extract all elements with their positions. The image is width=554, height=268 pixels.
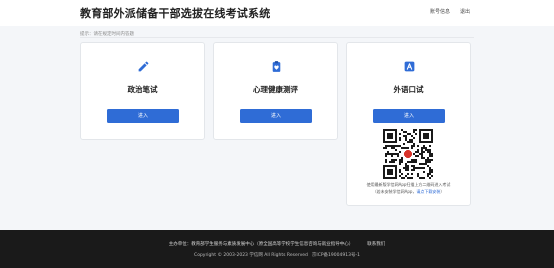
letter-a-icon xyxy=(401,58,417,74)
qr-code-icon xyxy=(383,129,433,179)
footer-icp: 京ICP备19004913号-1 xyxy=(311,253,360,258)
enter-button[interactable]: 进入 xyxy=(107,109,179,123)
notice-divider xyxy=(80,37,474,38)
exam-card-oral-language: 外语口试 进入 使用最新版学信网App扫描上方二维码进入考试 （若未安装学信网A… xyxy=(346,42,471,206)
footer-organizer-line: 主办单位：教育部学生服务与素质发展中心（原全国高等学校学生信息咨询与就业指导中心… xyxy=(0,241,554,247)
site-title: 教育部外派储备干部选拔在线考试系统 xyxy=(80,7,271,20)
download-install-link[interactable]: 请点下载安装 xyxy=(416,189,440,194)
footer-copyright-line: Copyright © 2003-2023 学信网 All Rights Res… xyxy=(0,252,554,258)
qr-download-note: （若未安装学信网App，请点下载安装） xyxy=(347,189,470,195)
clipboard-heart-icon xyxy=(268,58,284,74)
card-title: 心理健康测评 xyxy=(253,85,298,94)
footer-copyright: Copyright © 2003-2023 学信网 All Rights Res… xyxy=(194,253,308,258)
page-footer: 主办单位：教育部学生服务与素质发展中心（原全国高等学校学生信息咨询与就业指导中心… xyxy=(0,230,554,268)
logout-link[interactable]: 退出 xyxy=(460,8,470,15)
enter-button[interactable]: 进入 xyxy=(373,109,445,123)
top-header: 教育部外派储备干部选拔在线考试系统 账号信息 退出 xyxy=(0,0,554,26)
pencil-icon xyxy=(135,58,151,74)
exam-card-politics: 政治笔试 进入 xyxy=(80,42,205,140)
card-title: 政治笔试 xyxy=(127,85,158,94)
qr-instruction: 使用最新版学信网App扫描上方二维码进入考试 xyxy=(366,182,451,187)
card-title: 外语口试 xyxy=(393,85,424,94)
header-links: 账号信息 退出 xyxy=(430,8,470,15)
exam-card-psychology: 心理健康测评 进入 xyxy=(213,42,338,140)
qr-note-prefix: （若未安装学信网App， xyxy=(372,189,417,194)
qr-note-suffix: ） xyxy=(440,189,445,194)
enter-button[interactable]: 进入 xyxy=(240,109,312,123)
footer-organizer: 主办单位：教育部学生服务与素质发展中心（原全国高等学校学生信息咨询与就业指导中心… xyxy=(168,242,354,247)
account-info-link[interactable]: 账号信息 xyxy=(430,8,450,15)
contact-us-link[interactable]: 联系我们 xyxy=(367,242,385,247)
